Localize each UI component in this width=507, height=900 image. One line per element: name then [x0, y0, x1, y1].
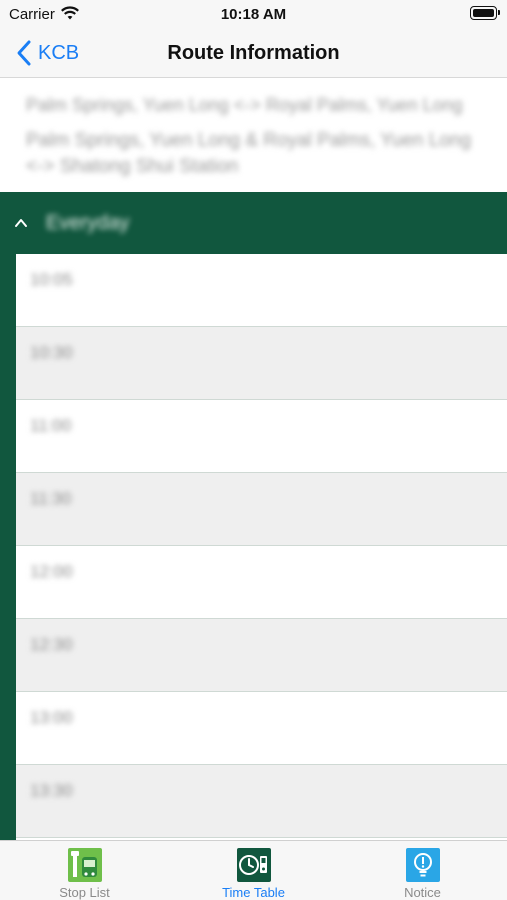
clock: 10:18 AM: [220, 6, 287, 23]
timetable-row: 11:30: [16, 473, 507, 546]
notice-icon: [405, 848, 440, 882]
page-title: Route Information: [167, 42, 340, 64]
timetable-row: 10:05: [16, 254, 507, 327]
chevron-up-icon: [15, 219, 27, 227]
section-rail: [0, 254, 16, 840]
departure-time: 13:00: [30, 708, 73, 727]
departure-time: 11:00: [30, 416, 72, 435]
route-line-2: Palm Springs, Yuen Long & Royal Palms, Y…: [26, 130, 472, 177]
timetable-row: 13:30: [16, 765, 507, 838]
stop-list-icon: [67, 848, 102, 882]
battery-icon: [470, 6, 500, 20]
timetable-row: 12:00: [16, 546, 507, 619]
tab-notice[interactable]: Notice: [338, 841, 507, 900]
tab-label: Notice: [404, 885, 441, 900]
timetable-row: 13:00: [16, 692, 507, 765]
route-header: Palm Springs, Yuen Long <-> Royal Palms,…: [0, 79, 507, 192]
section-label: Everyday: [46, 212, 130, 234]
timetable-row: 11:00: [16, 400, 507, 473]
timetable-row: 12:30: [16, 619, 507, 692]
departure-time: 10:30: [30, 343, 73, 362]
timetable-list: 10:05 10:30 11:00 11:30 12:00 12:30 13:0…: [16, 254, 507, 840]
tab-label: Time Table: [222, 885, 285, 900]
navigation-bar: KCB Route Information: [0, 30, 507, 78]
departure-time: 12:30: [30, 635, 73, 654]
route-line-1: Palm Springs, Yuen Long <-> Royal Palms,…: [26, 95, 463, 115]
tab-bar: Stop List Time Table Notice: [0, 840, 507, 900]
departure-time: 12:00: [30, 562, 73, 581]
departure-time: 13:30: [30, 781, 73, 800]
schedule-section-header[interactable]: Everyday: [0, 192, 507, 254]
timetable-row: 10:30: [16, 327, 507, 400]
tab-label: Stop List: [59, 885, 110, 900]
departure-time: 11:30: [30, 489, 72, 508]
status-bar: Carrier 10:18 AM: [0, 0, 507, 30]
time-table-icon: [236, 848, 271, 882]
departure-time: 10:05: [30, 270, 73, 289]
tab-stop-list[interactable]: Stop List: [0, 841, 169, 900]
tab-time-table[interactable]: Time Table: [169, 841, 338, 900]
